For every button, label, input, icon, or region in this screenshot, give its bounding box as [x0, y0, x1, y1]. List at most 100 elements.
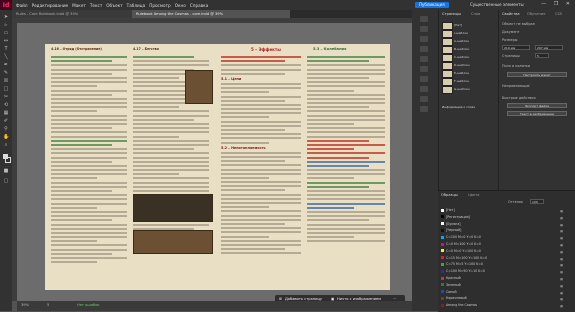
rectangle-frame-tool-icon[interactable]: ☒ — [3, 78, 9, 84]
adjust-layout-button[interactable]: Настроить макет — [507, 72, 567, 77]
swatch-row[interactable]: C=100 M=0 Y=0 K=0 ▦ — [441, 234, 565, 240]
swatch-name: [Регистрация] — [446, 214, 470, 219]
pages-panel-icon[interactable] — [420, 16, 428, 22]
master-label[interactable]: G-шаблон — [454, 87, 470, 91]
scissors-tool-icon[interactable]: ✂ — [3, 94, 9, 100]
direct-selection-tool-icon[interactable]: ▹ — [3, 22, 9, 28]
master-thumbnail[interactable] — [442, 30, 453, 38]
selection-tool-icon[interactable]: ➤ — [3, 14, 9, 20]
stroke-panel-icon[interactable] — [420, 46, 428, 52]
page-width-field[interactable]: 210 мм — [502, 45, 530, 50]
export-file-button[interactable]: Экспорт файла — [507, 103, 567, 108]
right-page[interactable]: 5 – Эффекты 5.3 – Колебания 5.1 – Цепи 5… — [215, 44, 390, 290]
gradient-tool-icon[interactable]: ▦ — [3, 110, 9, 116]
tab-properties[interactable]: Свойства — [502, 12, 520, 16]
workspace-switcher[interactable]: Существенные элементы — [470, 2, 524, 7]
apply-color-icon[interactable]: ■ — [3, 168, 9, 174]
publish-button[interactable]: Публикация — [415, 2, 449, 8]
swatch-row[interactable]: Коричневый ▦ — [441, 295, 565, 301]
tab-colors[interactable]: Цвета — [468, 193, 479, 197]
swatch-row[interactable]: [Регистрация] ▦ — [441, 214, 565, 220]
pen-tool-icon[interactable]: ✒ — [3, 62, 9, 68]
tab-layers[interactable]: Слои — [471, 12, 480, 16]
master-thumbnail[interactable] — [442, 62, 453, 70]
master-label[interactable]: E-шаблон — [454, 71, 469, 75]
master-thumbnail[interactable] — [442, 78, 453, 86]
swatch-row[interactable]: Красный ▦ — [441, 275, 565, 281]
preflight-status[interactable]: Нет ошибок — [77, 303, 100, 307]
note-tool-icon[interactable]: ✐ — [3, 118, 9, 124]
links-panel-icon[interactable] — [420, 36, 428, 42]
effects-panel-icon[interactable] — [420, 76, 428, 82]
card-illustration[interactable] — [185, 70, 213, 104]
eyedropper-tool-icon[interactable]: ⚲ — [3, 126, 9, 132]
left-page[interactable]: 4.16 – Отряд (Отстранение) 4.17 – Бегств… — [45, 44, 215, 290]
game-pieces-illustration[interactable] — [133, 230, 213, 254]
window-controls[interactable]: — ❐ ✕ — [541, 1, 573, 7]
doc-tab[interactable]: Rules - Core Rulebook.indd @ 39% — [12, 10, 140, 18]
menu-table[interactable]: Таблица — [127, 3, 146, 8]
tab-pages[interactable]: Страницы — [442, 12, 461, 16]
master-label[interactable]: D-шаблон — [454, 63, 470, 67]
tint-field[interactable]: 100 — [530, 199, 544, 204]
menu-file[interactable]: Файл — [16, 3, 28, 8]
menu-window[interactable]: Окно — [175, 3, 186, 8]
menu-type[interactable]: Текст — [90, 3, 102, 8]
screen-mode-icon[interactable]: ▢ — [3, 178, 9, 184]
color-panel-icon[interactable] — [420, 56, 428, 62]
menu-layout[interactable]: Макет — [72, 3, 86, 8]
menu-object[interactable]: Объект — [106, 3, 122, 8]
master-label[interactable]: B-шаблон — [454, 47, 469, 51]
swatch-row[interactable]: Синий ▦ — [441, 289, 565, 295]
master-label[interactable]: F-шаблон — [454, 79, 469, 83]
rectangle-tool-icon[interactable]: □ — [3, 86, 9, 92]
pages-count-field[interactable]: 5 — [535, 53, 549, 58]
layers-panel-icon[interactable] — [420, 26, 428, 32]
swatch-row[interactable]: C=75 M=5 Y=100 K=0 ▦ — [441, 261, 565, 267]
menu-edit[interactable]: Редактирование — [32, 3, 69, 8]
master-label[interactable]: I-шаблон — [454, 31, 468, 35]
master-thumbnail[interactable] — [442, 38, 453, 46]
pencil-tool-icon[interactable]: ✎ — [3, 70, 9, 76]
stroke-swatch-icon[interactable] — [5, 157, 11, 163]
hand-tool-icon[interactable]: ✋ — [3, 134, 9, 140]
swatch-row[interactable]: C=0 M=100 Y=0 K=0 ▦ — [441, 241, 565, 247]
menu-help[interactable]: Справка — [190, 3, 208, 8]
line-tool-icon[interactable]: ╲ — [3, 54, 9, 60]
doc-tab-active[interactable]: Rulebook Among the Cosmos - core.indd @ … — [132, 10, 290, 18]
type-tool-icon[interactable]: T — [3, 46, 9, 52]
tab-learn[interactable]: Обучение — [527, 12, 545, 16]
master-thumbnail[interactable] — [442, 70, 453, 78]
page-height-field[interactable]: 297 мм — [535, 45, 563, 50]
text-wrap-panel-icon[interactable] — [420, 86, 428, 92]
master-label[interactable]: C-шаблон — [454, 55, 469, 59]
swatch-row[interactable]: [Черный] ▦ — [441, 227, 565, 233]
transform-tool-icon[interactable]: ⟲ — [3, 102, 9, 108]
tab-swatches[interactable]: Образцы — [441, 193, 458, 197]
page-number[interactable]: 5 — [47, 303, 49, 307]
swatch-row[interactable]: C=15 M=100 Y=100 K=0 ▦ — [441, 255, 565, 261]
text-in-image-button[interactable]: Текст в изображении — [507, 111, 567, 116]
master-thumbnail[interactable] — [442, 86, 453, 94]
game-board-illustration[interactable] — [133, 194, 213, 222]
master-label[interactable]: [Нет] — [454, 23, 462, 27]
master-thumbnail[interactable] — [442, 22, 453, 30]
zoom-tool-icon[interactable]: ⌕ — [3, 142, 9, 148]
page-tool-icon[interactable]: ▭ — [3, 30, 9, 36]
menu-view[interactable]: Просмотр — [149, 3, 171, 8]
swatch-row[interactable]: C=0 M=0 Y=100 K=0 ▦ — [441, 248, 565, 254]
tab-css[interactable]: CSS — [555, 12, 562, 16]
swatch-row[interactable]: C=100 M=90 Y=10 K=0 ▦ — [441, 268, 565, 274]
master-thumbnail[interactable] — [442, 54, 453, 62]
swatch-row[interactable]: [Бумага] ▦ — [441, 221, 565, 227]
master-label[interactable]: A-шаблон — [454, 39, 469, 43]
paragraph-styles-icon[interactable] — [420, 96, 428, 102]
swatch-row[interactable]: [Нет] ▦ — [441, 207, 565, 213]
swatches-panel-icon[interactable] — [420, 66, 428, 72]
swatch-row[interactable]: Зеленый ▦ — [441, 282, 565, 288]
zoom-level[interactable]: 39% — [21, 303, 29, 307]
gap-tool-icon[interactable]: ↔ — [3, 38, 9, 44]
master-thumbnail[interactable] — [442, 46, 453, 54]
character-styles-icon[interactable] — [420, 106, 428, 112]
swatch-row[interactable]: Among the Cosmos ▦ — [441, 302, 565, 308]
